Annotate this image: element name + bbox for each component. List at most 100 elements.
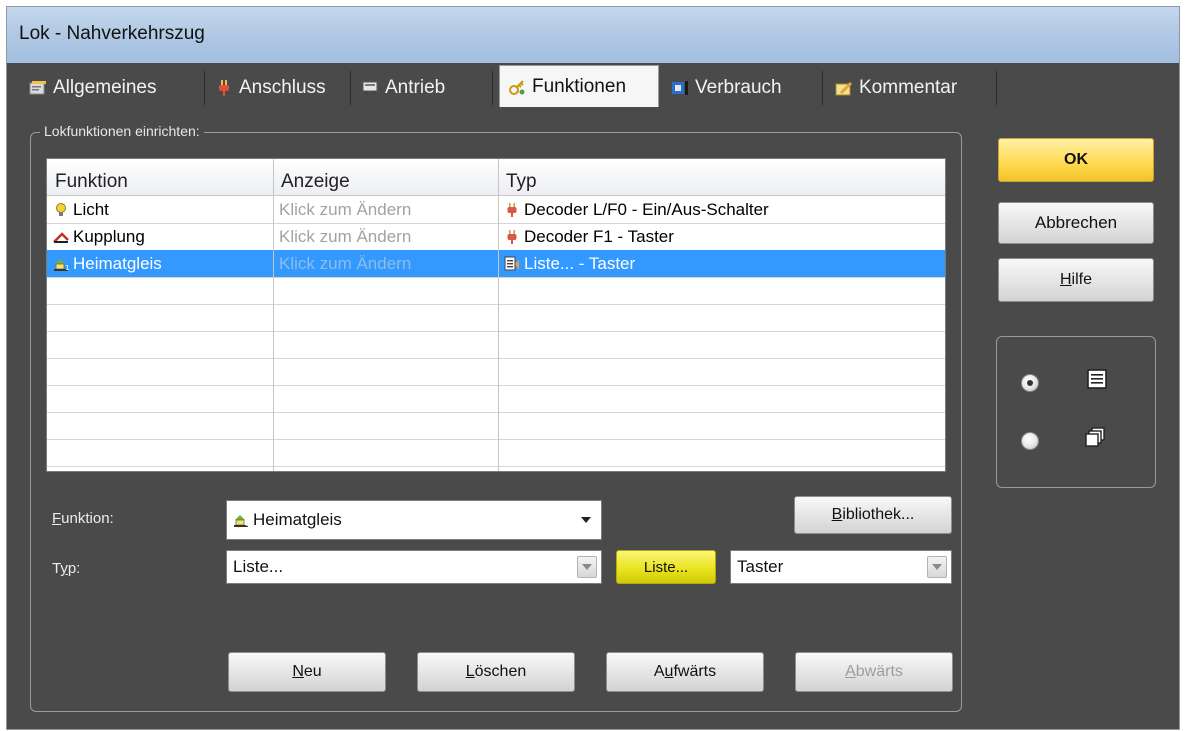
pencil-note-icon bbox=[835, 79, 853, 97]
column-header-funktion[interactable]: Funktion bbox=[47, 159, 273, 195]
funktion-text: Heimatgleis bbox=[73, 254, 162, 273]
svg-text:1: 1 bbox=[245, 520, 249, 528]
group-title: Lokfunktionen einrichten: bbox=[40, 123, 204, 139]
tab-label: Funktionen bbox=[532, 75, 627, 97]
table-header: Funktion Anzeige Typ bbox=[47, 159, 945, 196]
list-icon bbox=[504, 256, 520, 272]
loeschen-button[interactable]: Löschen bbox=[417, 652, 575, 692]
table-row-empty[interactable] bbox=[47, 331, 945, 359]
cell-typ: Liste... - Taster bbox=[498, 250, 945, 277]
tab-funktionen[interactable]: Funktionen bbox=[499, 65, 659, 107]
cell-funktion: 1 Heimatgleis bbox=[47, 250, 273, 277]
light-bulb-icon bbox=[53, 202, 69, 218]
column-header-typ[interactable]: Typ bbox=[498, 159, 945, 195]
tab-antrieb[interactable]: Antrieb bbox=[353, 71, 493, 105]
aufwaerts-button[interactable]: Au fwärts bbox=[606, 652, 764, 692]
accelerator-key: A bbox=[845, 663, 856, 680]
label-text: unktion: bbox=[61, 510, 114, 527]
svg-text:1: 1 bbox=[65, 264, 69, 272]
column-divider bbox=[273, 159, 274, 471]
table-row[interactable]: Kupplung Klick zum Ändern Decoder F1 - T… bbox=[47, 223, 945, 251]
tab-kommentar[interactable]: Kommentar bbox=[827, 71, 997, 105]
functions-key-icon bbox=[508, 78, 526, 96]
tab-anschluss[interactable]: Anschluss bbox=[207, 71, 351, 105]
table-row-empty[interactable] bbox=[47, 439, 945, 467]
liste-button[interactable]: Liste... bbox=[616, 550, 716, 584]
cell-anzeige[interactable]: Klick zum Ändern bbox=[273, 223, 498, 250]
home-track-icon: 1 bbox=[233, 512, 249, 528]
tab-bar: Allgemeines Anschluss Antrieb Funktionen… bbox=[21, 65, 999, 107]
accelerator-key: F bbox=[52, 510, 62, 527]
typ-text: Liste... - Taster bbox=[524, 254, 636, 273]
general-card-icon bbox=[29, 79, 47, 97]
tile-view-radio[interactable] bbox=[1021, 432, 1039, 450]
funktion-dropdown[interactable]: 1 Heimatgleis bbox=[226, 500, 602, 540]
tab-verbrauch[interactable]: Verbrauch bbox=[663, 71, 823, 105]
table-row-empty[interactable] bbox=[47, 412, 945, 440]
chevron-down-icon[interactable] bbox=[927, 556, 947, 578]
abbrechen-button[interactable]: Abbrechen bbox=[998, 202, 1154, 244]
ok-button[interactable]: OK bbox=[998, 138, 1154, 182]
typ-text: Decoder F1 - Taster bbox=[524, 227, 674, 246]
title-bar[interactable]: Lok - Nahverkehrszug bbox=[7, 7, 1179, 63]
typ-label: Typ: bbox=[52, 560, 80, 577]
home-track-icon: 1 bbox=[53, 256, 69, 272]
button-label: eu bbox=[303, 663, 322, 680]
abwaerts-button[interactable]: Abwärts bbox=[795, 652, 953, 692]
radio-selected-dot bbox=[1027, 380, 1033, 386]
cell-anzeige[interactable]: Klick zum Ändern bbox=[273, 250, 498, 277]
typ-dropdown[interactable]: Liste... bbox=[226, 550, 602, 584]
table-row-empty[interactable] bbox=[47, 358, 945, 386]
decoder-plug-icon bbox=[504, 202, 520, 218]
table-row-selected[interactable]: 1 Heimatgleis Klick zum Ändern Liste... … bbox=[47, 250, 945, 278]
accelerator-key: y bbox=[60, 560, 68, 577]
cell-funktion: Kupplung bbox=[47, 223, 273, 250]
functions-table[interactable]: Funktion Anzeige Typ Licht Klick zum Änd… bbox=[46, 158, 946, 472]
column-header-anzeige[interactable]: Anzeige bbox=[273, 159, 498, 195]
view-options-group bbox=[996, 336, 1156, 488]
tab-label: Allgemeines bbox=[53, 77, 157, 98]
cell-anzeige[interactable]: Klick zum Ändern bbox=[273, 196, 498, 223]
column-divider bbox=[498, 159, 499, 471]
tab-allgemeines[interactable]: Allgemeines bbox=[21, 71, 205, 105]
chevron-down-icon[interactable] bbox=[575, 509, 597, 531]
tab-label: Antrieb bbox=[385, 77, 446, 98]
chevron-down-icon[interactable] bbox=[577, 556, 597, 578]
engine-icon bbox=[361, 79, 379, 97]
window-title: Lok - Nahverkehrszug bbox=[19, 23, 205, 44]
button-label: A bbox=[653, 663, 665, 680]
funktion-text: Licht bbox=[73, 200, 109, 219]
list-view-icon bbox=[1086, 368, 1108, 390]
accelerator-key: B bbox=[831, 506, 843, 523]
coupling-icon bbox=[53, 229, 69, 245]
button-label: bwärts bbox=[855, 663, 903, 680]
tab-label: Verbrauch bbox=[695, 77, 782, 98]
table-row-empty[interactable] bbox=[47, 304, 945, 332]
taster-dropdown[interactable]: Taster bbox=[730, 550, 952, 584]
accelerator-key: u bbox=[664, 663, 674, 680]
label-text: p: bbox=[67, 560, 81, 577]
bibliothek-button[interactable]: Bibliothek... bbox=[794, 496, 952, 534]
button-label: ibliothek... bbox=[842, 506, 915, 523]
neu-button[interactable]: Neu bbox=[228, 652, 386, 692]
cell-typ: Decoder F1 - Taster bbox=[498, 223, 945, 250]
consumption-icon bbox=[671, 79, 689, 97]
list-view-radio[interactable] bbox=[1021, 374, 1039, 392]
accelerator-key: L bbox=[465, 663, 475, 680]
table-row-empty[interactable] bbox=[47, 385, 945, 413]
typ-value: Liste... bbox=[233, 557, 284, 576]
plug-icon bbox=[215, 79, 233, 97]
funktion-label: Funktion: bbox=[52, 510, 114, 527]
decoder-plug-icon bbox=[504, 229, 520, 245]
tab-label: Anschluss bbox=[239, 77, 326, 98]
table-row-empty[interactable] bbox=[47, 277, 945, 305]
button-label: fwärts bbox=[673, 663, 717, 680]
hilfe-button[interactable]: Hilfe bbox=[998, 258, 1154, 302]
cell-funktion: Licht bbox=[47, 196, 273, 223]
table-row[interactable]: Licht Klick zum Ändern Decoder L/F0 - Ei… bbox=[47, 196, 945, 224]
accelerator-key: N bbox=[292, 663, 304, 680]
taster-value: Taster bbox=[737, 557, 784, 576]
button-label: öschen bbox=[474, 663, 527, 680]
typ-text: Decoder L/F0 - Ein/Aus-Schalter bbox=[524, 200, 769, 219]
tile-view-icon bbox=[1084, 426, 1106, 448]
